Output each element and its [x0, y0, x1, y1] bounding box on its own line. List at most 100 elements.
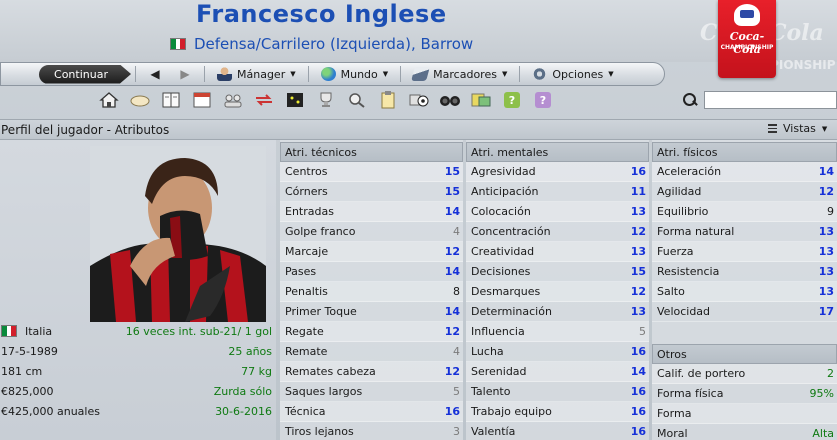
- attribute-row[interactable]: Marcaje 12: [280, 242, 463, 262]
- news-icon[interactable]: [470, 91, 492, 109]
- attribute-row[interactable]: Remates cabeza 12: [280, 362, 463, 382]
- mental-header[interactable]: Atri. mentales: [466, 142, 649, 162]
- attribute-row[interactable]: Aceleración 14: [652, 162, 837, 182]
- attribute-name: Centros: [285, 165, 328, 178]
- search-icon[interactable]: [680, 91, 700, 109]
- attribute-value: 3: [453, 425, 460, 438]
- attribute-row[interactable]: Talento 16: [466, 382, 649, 402]
- attribute-value: 4: [453, 345, 460, 358]
- attribute-row[interactable]: Resistencia 13: [652, 262, 837, 282]
- home-icon[interactable]: [98, 91, 120, 109]
- chevron-down-icon: ▼: [501, 70, 508, 78]
- trophy-icon[interactable]: [315, 91, 337, 109]
- attribute-row[interactable]: Entradas 14: [280, 202, 463, 222]
- nationality[interactable]: Italia: [25, 325, 52, 338]
- attribute-value: 12: [444, 365, 460, 378]
- attribute-value: 14: [630, 365, 646, 378]
- attribute-row[interactable]: Agilidad 12: [652, 182, 837, 202]
- ball-icon[interactable]: [408, 91, 430, 109]
- attribute-row[interactable]: Velocidad 17: [652, 302, 837, 322]
- menu-options[interactable]: Opciones ▼: [524, 65, 621, 84]
- tactics-icon[interactable]: [284, 91, 306, 109]
- people-icon[interactable]: [222, 91, 244, 109]
- attribute-row[interactable]: Influencia 5: [466, 322, 649, 342]
- search-input[interactable]: [704, 91, 837, 109]
- transfer-icon[interactable]: [253, 91, 275, 109]
- attribute-row[interactable]: Salto 13: [652, 282, 837, 302]
- attribute-row[interactable]: Remate 4: [280, 342, 463, 362]
- attribute-value: 13: [630, 305, 646, 318]
- attribute-row[interactable]: Lucha 16: [466, 342, 649, 362]
- attribute-row[interactable]: Forma física 95%: [652, 384, 837, 404]
- player-position[interactable]: Defensa/Carrilero (Izquierda), Barrow: [194, 35, 473, 53]
- attribute-row[interactable]: Penaltis 8: [280, 282, 463, 302]
- italy-flag-icon: [170, 38, 186, 50]
- attribute-name: Equilibrio: [657, 205, 709, 218]
- attribute-row[interactable]: Calif. de portero 2: [652, 364, 837, 384]
- toolbar-divider: [204, 66, 205, 82]
- attribute-row[interactable]: Córners 15: [280, 182, 463, 202]
- attribute-row[interactable]: Centros 15: [280, 162, 463, 182]
- attribute-row[interactable]: Saques largos 5: [280, 382, 463, 402]
- section-header: Perfil del jugador - Atributos Vistas ▼: [0, 119, 837, 140]
- attribute-name: Regate: [285, 325, 324, 338]
- book-icon[interactable]: [160, 91, 182, 109]
- attribute-value: 16: [444, 405, 460, 418]
- attribute-row[interactable]: Serenidad 14: [466, 362, 649, 382]
- attribute-value: 16: [630, 385, 646, 398]
- attribute-row[interactable]: Regate 12: [280, 322, 463, 342]
- others-header[interactable]: Otros: [652, 344, 837, 364]
- attribute-row[interactable]: Agresividad 16: [466, 162, 649, 182]
- attribute-value: 12: [444, 325, 460, 338]
- clipboard-icon[interactable]: [377, 91, 399, 109]
- competition-logo-subtext: CHAMPIONSHIP: [720, 44, 774, 51]
- forward-arrow-icon[interactable]: ▶: [170, 65, 200, 84]
- attribute-row[interactable]: Desmarques 12: [466, 282, 649, 302]
- back-arrow-icon[interactable]: ◀: [140, 65, 170, 84]
- attribute-row[interactable]: Anticipación 11: [466, 182, 649, 202]
- attribute-row[interactable]: Forma: [652, 404, 837, 424]
- menu-manager[interactable]: Mánager ▼: [209, 65, 304, 84]
- question-icon[interactable]: ?: [532, 91, 554, 109]
- technical-header[interactable]: Atri. técnicos: [280, 142, 463, 162]
- chevron-down-icon: ▼: [290, 70, 296, 78]
- attribute-name: Desmarques: [471, 285, 541, 298]
- attribute-row[interactable]: Tiros lejanos 3: [280, 422, 463, 440]
- attribute-row[interactable]: Pases 14: [280, 262, 463, 282]
- attribute-name: Golpe franco: [285, 225, 356, 238]
- menu-world[interactable]: Mundo ▼: [313, 65, 397, 84]
- toolbar-divider: [400, 66, 402, 82]
- attribute-name: Decisiones: [471, 265, 531, 278]
- attribute-row[interactable]: Colocación 13: [466, 202, 649, 222]
- attribute-name: Penaltis: [285, 285, 328, 298]
- attribute-name: Tiros lejanos: [285, 425, 354, 438]
- attribute-row[interactable]: Determinación 13: [466, 302, 649, 322]
- toolbar-divider: [135, 66, 136, 82]
- attribute-row[interactable]: Creatividad 13: [466, 242, 649, 262]
- attribute-row[interactable]: Equilibrio 9: [652, 202, 837, 222]
- attribute-value: 13: [818, 285, 834, 298]
- attribute-row[interactable]: Valentía 16: [466, 422, 649, 440]
- views-dropdown[interactable]: Vistas ▼: [768, 122, 827, 135]
- help-icon[interactable]: ?: [501, 91, 523, 109]
- attribute-row[interactable]: Primer Toque 14: [280, 302, 463, 322]
- calendar-icon[interactable]: [191, 91, 213, 109]
- attribute-name: Serenidad: [471, 365, 527, 378]
- physical-header[interactable]: Atri. físicos: [652, 142, 837, 162]
- attribute-row[interactable]: Golpe franco 4: [280, 222, 463, 242]
- attribute-row[interactable]: Técnica 16: [280, 402, 463, 422]
- scout-icon[interactable]: [346, 91, 368, 109]
- attribute-row[interactable]: Fuerza 13: [652, 242, 837, 262]
- lion-crest-icon: [734, 4, 760, 26]
- attribute-row[interactable]: Forma natural 13: [652, 222, 837, 242]
- attribute-row[interactable]: Trabajo equipo 16: [466, 402, 649, 422]
- binoculars-icon[interactable]: [439, 91, 461, 109]
- attribute-name: Aceleración: [657, 165, 722, 178]
- attribute-row[interactable]: Moral Alta: [652, 424, 837, 440]
- bread-icon[interactable]: [129, 91, 151, 109]
- attribute-row[interactable]: Decisiones 15: [466, 262, 649, 282]
- menu-bookmarks[interactable]: Marcadores ▼: [405, 65, 515, 84]
- attribute-row[interactable]: Concentración 12: [466, 222, 649, 242]
- competition-logo[interactable]: Coca-Cola CHAMPIONSHIP: [718, 0, 776, 78]
- continue-button[interactable]: Continuar: [39, 64, 131, 84]
